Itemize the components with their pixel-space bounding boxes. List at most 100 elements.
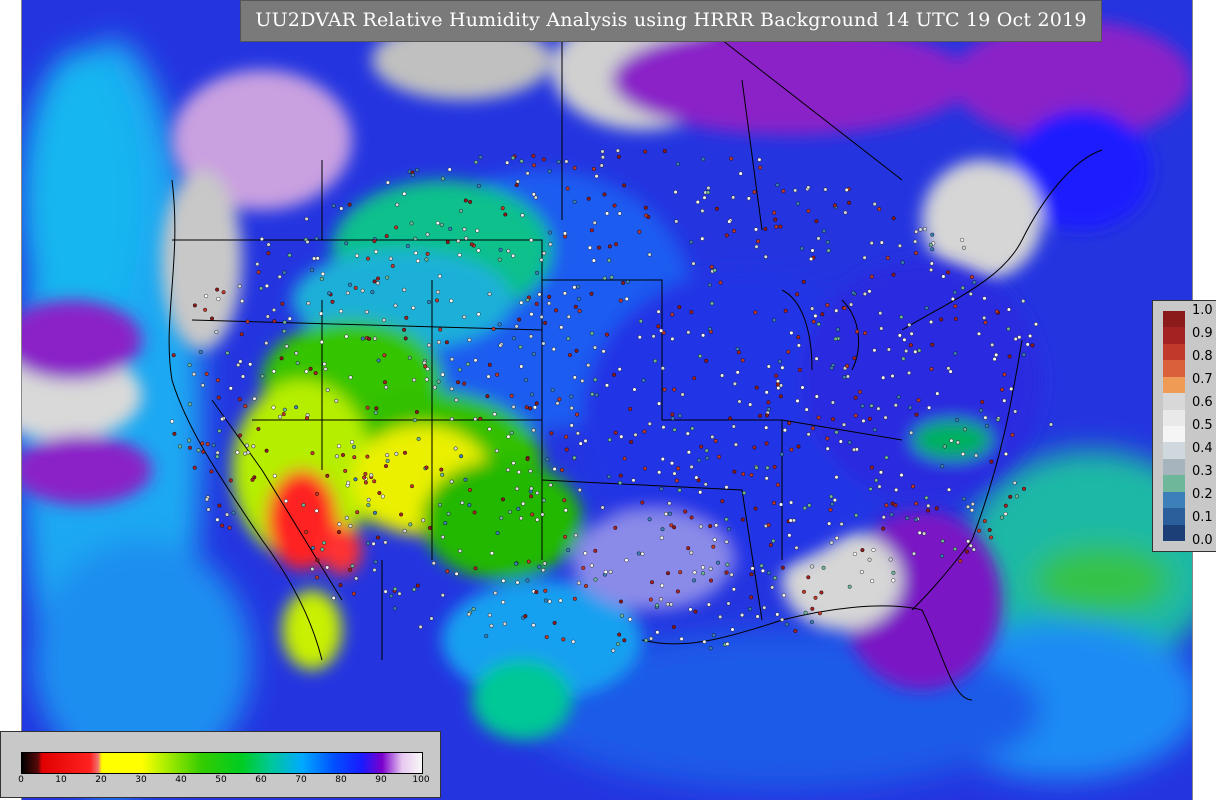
station-point [616,642,621,647]
station-legend-label: 1.0 [1192,303,1213,318]
station-point [415,583,420,588]
station-point [460,500,465,505]
station-point [566,336,571,341]
station-point [511,155,516,160]
station-point [350,440,355,445]
station-point [279,356,284,361]
station-point [205,442,210,447]
station-point [569,406,574,411]
station-point [870,579,875,584]
station-point [238,359,243,364]
station-point [974,453,979,458]
station-point [922,531,927,536]
station-point [237,284,242,289]
station-point [748,402,753,407]
station-point [373,336,378,341]
station-point [1002,372,1007,377]
station-point [821,565,826,570]
station-point [689,550,694,555]
station-point [547,169,552,174]
station-point [899,473,904,478]
station-point [402,327,407,332]
station-point [688,607,693,612]
station-point [572,165,577,170]
station-point [347,202,352,207]
station-point [464,236,469,241]
station-point [454,398,459,403]
station-point [622,456,627,461]
station-point [473,417,478,422]
station-point [1048,422,1053,427]
station-point [531,192,536,197]
station-point [1000,387,1005,392]
station-point [260,374,265,379]
station-point [642,429,647,434]
station-point [963,427,968,432]
station-point [393,587,398,592]
station-point [640,500,645,505]
station-point [979,408,984,413]
station-point [518,345,523,350]
station-point [881,375,886,380]
station-point [501,600,506,605]
station-point [352,455,357,460]
station-point [825,240,830,245]
station-point [469,242,474,247]
station-point [698,524,703,529]
station-legend-label: 0.5 [1192,418,1213,433]
station-point [468,199,473,204]
station-point [708,646,713,651]
station-point [675,161,680,166]
station-point [752,445,757,450]
station-point [310,567,315,572]
station-point [608,569,613,574]
colorbar-tick-label: 60 [255,775,267,785]
station-point [575,431,580,436]
station-point [456,380,461,385]
station-point [489,623,494,628]
station-point [693,609,698,614]
station-point [192,465,197,470]
station-legend-swatch [1163,409,1185,427]
station-point [883,415,888,420]
station-point [187,402,192,407]
station-point [732,228,737,233]
station-point [374,406,379,411]
station-point [543,588,548,593]
station-point [412,587,417,592]
station-point [764,425,769,430]
station-point [847,440,852,445]
station-point [765,413,770,418]
station-point [772,318,777,323]
station-point [613,430,618,435]
station-point [689,464,694,469]
station-point [200,441,205,446]
station-point [360,336,365,341]
station-point [810,426,815,431]
station-point [673,190,678,195]
station-point [583,438,588,443]
station-point [206,507,211,512]
station-point [636,551,641,556]
station-point [525,171,530,176]
station-point [852,447,857,452]
station-point [672,427,677,432]
station-point [492,412,497,417]
colorbar-tick-label: 70 [295,775,307,785]
station-point [766,407,771,412]
station-point [287,253,292,258]
station-point [918,227,923,232]
station-point [793,629,798,634]
station-point [791,518,796,523]
station-point [478,155,483,160]
station-point [806,575,811,580]
station-point [440,372,445,377]
station-point [914,229,919,234]
station-point [425,232,430,237]
station-point [766,523,771,528]
station-point [789,330,794,335]
station-point [436,340,441,345]
station-point [622,183,627,188]
station-point [712,268,717,273]
station-point [375,281,380,286]
